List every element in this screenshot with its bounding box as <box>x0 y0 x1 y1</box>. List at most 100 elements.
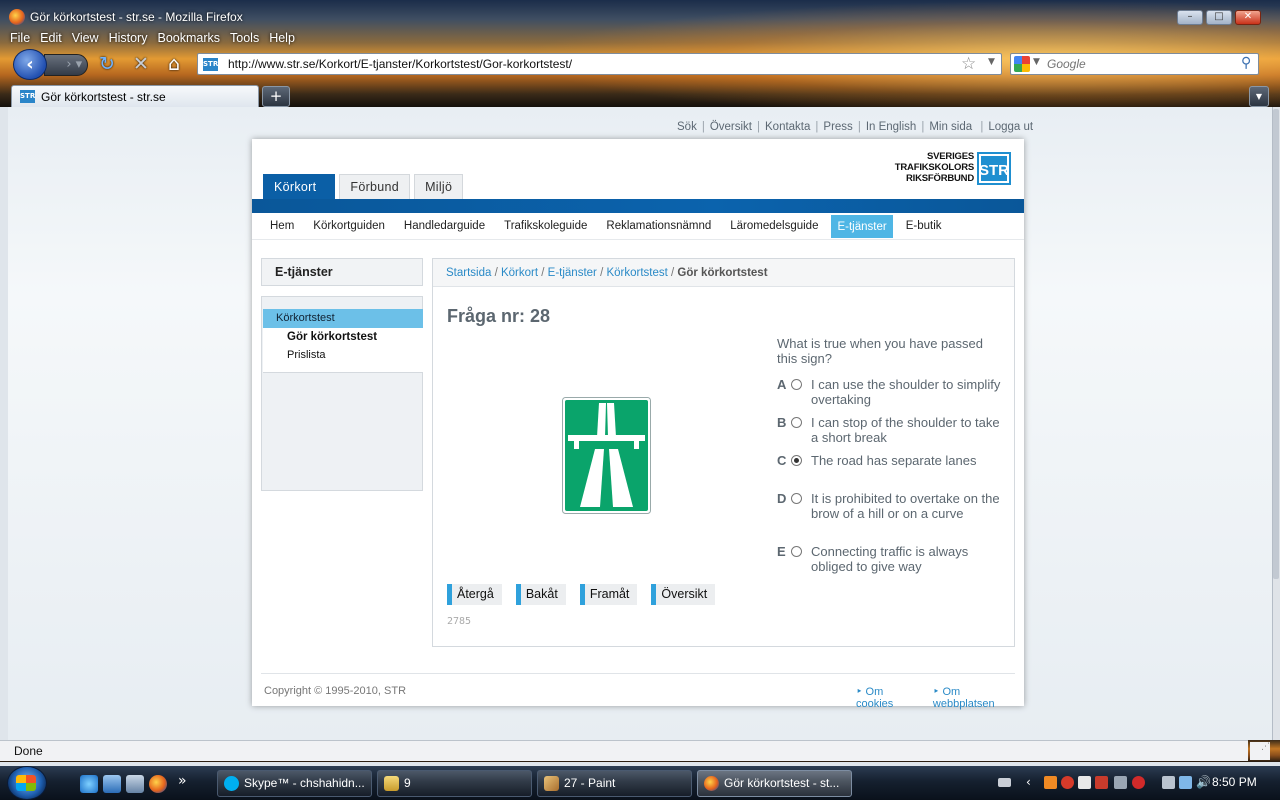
util-link-oversikt[interactable]: Översikt <box>705 121 757 133</box>
atergå-button[interactable]: Återgå <box>447 584 502 605</box>
url-dropdown-icon[interactable]: ▼ <box>988 57 995 67</box>
str-logo[interactable]: SVERIGES TRAFIKSKOLORS RIKSFÖRBUND STR <box>888 151 1012 187</box>
google-icon[interactable] <box>1014 56 1030 72</box>
firefox-quicklaunch-icon[interactable] <box>149 775 167 793</box>
radio-button[interactable] <box>791 379 802 390</box>
taskbar-label: 9 <box>404 776 411 790</box>
search-icon[interactable]: ⚲ <box>1241 55 1251 71</box>
util-link-kontakta[interactable]: Kontakta <box>760 121 815 133</box>
resize-grip-icon[interactable]: ⋰ <box>1250 742 1270 760</box>
back-question-button[interactable]: Bakåt <box>515 584 566 605</box>
menu-help[interactable]: Help <box>264 30 300 47</box>
menu-history[interactable]: History <box>104 30 153 47</box>
stop-icon[interactable]: ✕ <box>130 53 152 75</box>
chevron-left-icon[interactable]: ‹ <box>1026 776 1039 789</box>
folder-icon <box>384 776 399 791</box>
overview-button[interactable]: Översikt <box>651 584 716 605</box>
tray-app-icon[interactable] <box>1132 776 1145 789</box>
close-button[interactable]: ✕ <box>1235 10 1261 25</box>
question-text: What is true when you have passed this s… <box>777 336 983 366</box>
tray-app-icon[interactable] <box>1114 776 1127 789</box>
next-question-button[interactable]: Framåt <box>579 584 638 605</box>
volume-icon[interactable]: 🔊 <box>1196 776 1211 789</box>
menu-edit[interactable]: Edit <box>35 30 67 47</box>
radio-button[interactable] <box>791 493 802 504</box>
taskbar-firefox[interactable]: Gör körkortstest - st... <box>697 770 852 797</box>
option-text: It is prohibited to overtake on the brow… <box>811 491 1000 521</box>
reload-icon[interactable]: ↻ <box>96 53 118 75</box>
clock[interactable]: 8:50 PM <box>1212 775 1257 789</box>
minimize-button[interactable]: – <box>1177 10 1203 25</box>
tab-list-button[interactable]: ▼ <box>1249 86 1269 107</box>
show-desktop-icon[interactable] <box>103 775 121 793</box>
util-link-press[interactable]: Press <box>818 121 857 133</box>
search-input[interactable] <box>1047 55 1237 73</box>
tab-forbund[interactable]: Förbund <box>339 174 411 199</box>
tray-app-icon[interactable] <box>1078 776 1091 789</box>
subnav-e-tjanster[interactable]: E-tjänster <box>831 214 893 239</box>
sidebar-item-gor-korkortstest[interactable]: Gör körkortstest <box>263 328 423 347</box>
breadcrumb-e-tjanster[interactable]: E-tjänster <box>548 267 597 279</box>
menu-bookmarks[interactable]: Bookmarks <box>152 30 225 47</box>
util-link-logga-ut[interactable]: Logga ut <box>983 121 1038 133</box>
logo-line-2: TRAFIKSKOLORS <box>894 162 974 173</box>
util-link-sok[interactable]: Sök <box>672 121 702 133</box>
switch-windows-icon[interactable] <box>126 775 144 793</box>
subnav-trafikskoleguide[interactable]: Trafikskoleguide <box>498 213 593 239</box>
forward-button[interactable]: › ▾ <box>44 54 88 76</box>
tab-korkort[interactable]: Körkort <box>263 174 336 199</box>
radio-button-selected[interactable] <box>791 455 802 466</box>
util-link-english[interactable]: In English <box>861 121 922 133</box>
question-panel: Startsida / Körkort / E-tjänster / Körko… <box>432 258 1015 647</box>
paint-icon <box>544 776 559 791</box>
breadcrumb-korkortstest[interactable]: Körkortstest <box>606 267 667 279</box>
menu-tools[interactable]: Tools <box>225 30 264 47</box>
tray-app-icon[interactable] <box>1162 776 1175 789</box>
antivirus-icon[interactable] <box>1061 776 1074 789</box>
subnav-e-butik[interactable]: E-butik <box>900 213 948 239</box>
menu-view[interactable]: View <box>67 30 104 47</box>
question-title: Fråga nr: 28 <box>447 306 551 326</box>
tray-app-icon[interactable] <box>1044 776 1057 789</box>
subnav-hem[interactable]: Hem <box>264 213 300 239</box>
subnav-handledarguide[interactable]: Handledarguide <box>398 213 491 239</box>
home-icon[interactable]: ⌂ <box>163 53 185 75</box>
sign-bridge-pillar-left <box>574 441 579 449</box>
search-engine-dropdown-icon[interactable]: ▼ <box>1033 57 1040 67</box>
tray-app-icon[interactable] <box>1095 776 1108 789</box>
sign-background <box>565 400 648 511</box>
search-bar[interactable]: ▼ ⚲ <box>1010 53 1259 75</box>
sidebar-item-prislista[interactable]: Prislista <box>263 347 423 364</box>
scrollbar-thumb[interactable] <box>1273 109 1279 579</box>
taskbar-folder[interactable]: 9 <box>377 770 532 797</box>
maximize-button[interactable]: □ <box>1206 10 1232 25</box>
sidebar-item-korkortstest[interactable]: Körkortstest <box>263 309 423 328</box>
tab-miljo[interactable]: Miljö <box>414 174 464 199</box>
taskbar-label: Gör körkortstest - st... <box>724 776 840 790</box>
footer-link-cookies[interactable]: Om cookies <box>856 685 923 710</box>
subnav-laromedelsguide[interactable]: Läromedelsguide <box>724 213 824 239</box>
chevron-right-icon[interactable]: » <box>178 774 196 793</box>
taskbar-skype[interactable]: Skype™ - chshahidn... <box>217 770 372 797</box>
keyboard-icon[interactable] <box>998 778 1011 787</box>
window-title: Gör körkortstest - str.se - Mozilla Fire… <box>30 10 243 24</box>
taskbar-paint[interactable]: 27 - Paint <box>537 770 692 797</box>
breadcrumb-korkort[interactable]: Körkort <box>501 267 538 279</box>
util-link-min-sida[interactable]: Min sida <box>924 121 977 133</box>
back-button[interactable]: ‹ <box>13 49 47 80</box>
radio-button[interactable] <box>791 546 802 557</box>
footer-link-webbplatsen[interactable]: Om webbplatsen <box>933 685 1024 710</box>
internet-explorer-icon[interactable] <box>80 775 98 793</box>
subnav-korkortguiden[interactable]: Körkortguiden <box>307 213 391 239</box>
network-icon[interactable] <box>1179 776 1192 789</box>
url-bar[interactable]: STR http://www.str.se/Korkort/E-tjanster… <box>197 53 1002 75</box>
question-buttons: Återgå Bakåt Framåt Översikt <box>447 584 729 605</box>
tab-current[interactable]: STR Gör körkortstest - str.se <box>11 85 259 107</box>
breadcrumb-startsida[interactable]: Startsida <box>446 267 491 279</box>
new-tab-button[interactable]: + <box>262 86 290 107</box>
url-text[interactable]: http://www.str.se/Korkort/E-tjanster/Kor… <box>228 57 572 71</box>
radio-button[interactable] <box>791 417 802 428</box>
bookmark-star-icon[interactable]: ☆ <box>961 54 976 74</box>
menu-file[interactable]: File <box>5 30 35 47</box>
subnav-reklamationsnamnd[interactable]: Reklamationsnämnd <box>600 213 717 239</box>
